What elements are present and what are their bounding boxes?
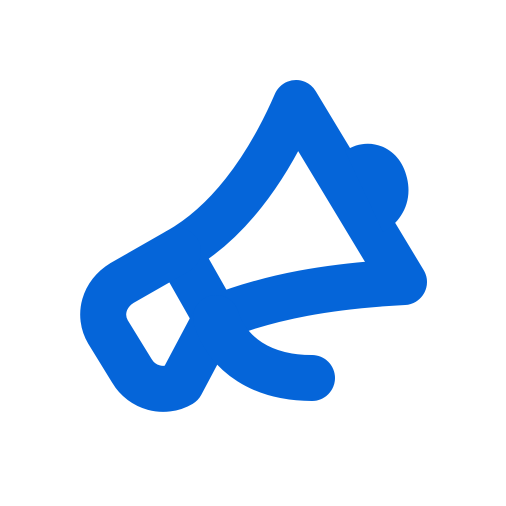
megaphone-svg bbox=[80, 80, 427, 412]
megaphone-icon bbox=[0, 0, 506, 506]
icon-canvas bbox=[0, 0, 506, 506]
megaphone-horn bbox=[155, 80, 427, 341]
megaphone-handle bbox=[193, 295, 335, 401]
